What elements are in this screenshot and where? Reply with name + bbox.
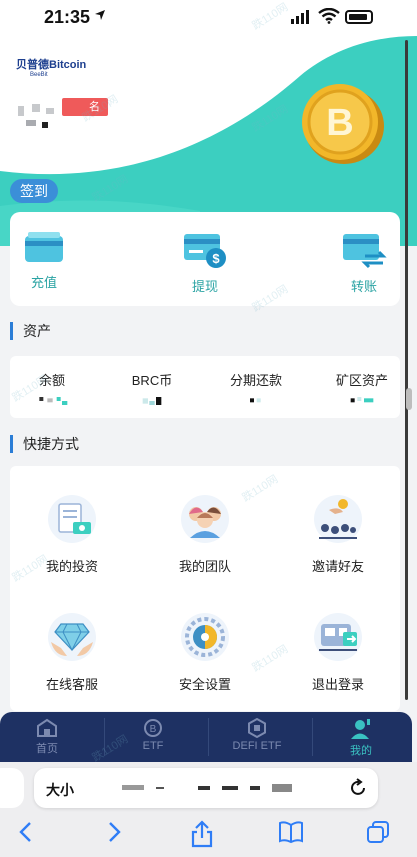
shortcuts-card: 我的投资 我的团队 邀请好友 在线客服 安全设置 退出登录 <box>10 466 400 711</box>
asset-installment-label: 分期还款 <box>229 373 282 388</box>
wifi-icon <box>318 8 340 24</box>
address-bar[interactable]: 大小 <box>34 768 378 808</box>
browser-toolbar <box>0 812 417 857</box>
asset-balance[interactable]: 余额 <box>32 370 72 405</box>
transfer-card-icon <box>343 234 387 269</box>
share-icon[interactable] <box>190 820 214 848</box>
back-icon[interactable] <box>16 820 36 844</box>
tab-etf[interactable]: B ETF <box>108 718 198 752</box>
asset-installment-value-redacted <box>250 398 261 403</box>
reload-icon[interactable] <box>348 778 368 798</box>
assets-section-title: 资产 <box>10 322 51 340</box>
asset-mining-label: 矿区资产 <box>335 373 388 388</box>
tab-home[interactable]: 首页 <box>2 718 92 756</box>
profile-icon <box>351 719 370 739</box>
tabs-icon[interactable] <box>366 820 390 844</box>
defi-icon <box>248 718 266 738</box>
withdraw-button[interactable]: $ 提现 <box>173 230 237 295</box>
withdraw-label: 提现 <box>191 279 218 294</box>
my-investment-label: 我的投资 <box>45 559 98 574</box>
brand-logo: 贝普德Bitcoin BeeBit <box>16 56 86 78</box>
rank-badge-label: 名 <box>89 101 100 113</box>
tab-home-label: 首页 <box>36 743 58 755</box>
transfer-button[interactable]: 转账 <box>332 230 396 295</box>
status-time: 21:35 <box>44 7 91 27</box>
asset-installment[interactable]: 分期还款 <box>226 370 286 405</box>
deposit-card-icon <box>25 232 63 262</box>
wallet-actions-card: 充值 $ 提现 转账 <box>10 212 400 306</box>
invite-friends-label: 邀请好友 <box>311 559 364 574</box>
checkin-label: 签到 <box>20 183 48 199</box>
tab-divider <box>104 718 105 756</box>
asset-brc[interactable]: BRC币 <box>130 370 174 405</box>
etf-icon: B <box>144 719 162 737</box>
my-team-button[interactable]: 我的团队 <box>155 494 255 575</box>
security-icon <box>181 613 229 661</box>
my-team-label: 我的团队 <box>178 559 231 574</box>
url-redacted <box>122 784 292 792</box>
support-icon <box>48 613 96 661</box>
tab-defi-etf[interactable]: DEFI ETF <box>212 718 302 752</box>
logout-button[interactable]: 退出登录 <box>288 612 388 693</box>
location-arrow-icon <box>95 10 105 20</box>
online-support-button[interactable]: 在线客服 <box>22 612 122 693</box>
brand-logo-subtext: BeeBit <box>30 72 48 78</box>
invite-icon <box>314 495 362 543</box>
text-size-button[interactable]: 大小 <box>46 780 74 800</box>
logout-icon <box>314 613 362 661</box>
asset-mining[interactable]: 矿区资产 <box>332 370 392 405</box>
investment-icon <box>48 495 96 543</box>
svg-text:$: $ <box>212 251 220 266</box>
deposit-button[interactable]: 充值 <box>12 230 76 291</box>
forward-icon[interactable] <box>104 820 124 844</box>
my-investment-button[interactable]: 我的投资 <box>22 494 122 575</box>
withdraw-card-icon: $ <box>184 234 226 268</box>
security-settings-button[interactable]: 安全设置 <box>155 612 255 693</box>
logout-label: 退出登录 <box>311 677 364 692</box>
username-redacted <box>18 102 58 132</box>
tab-divider <box>208 718 209 756</box>
checkin-button[interactable]: 签到 <box>10 179 58 203</box>
tab-defi-etf-label: DEFI ETF <box>232 740 282 752</box>
asset-mining-value-redacted <box>350 397 374 403</box>
rank-badge: 名 <box>62 98 108 116</box>
bitcoin-coin-icon: B <box>302 84 384 164</box>
brand-logo-text: 贝普德Bitcoin <box>16 59 87 71</box>
bottom-tab-bar: 首页 B ETF DEFI ETF 我的 <box>0 712 412 762</box>
team-icon <box>181 495 229 543</box>
scroll-track <box>405 40 408 700</box>
deposit-label: 充值 <box>30 275 57 290</box>
transfer-label: 转账 <box>350 279 377 294</box>
tab-profile[interactable]: 我的 <box>316 718 406 758</box>
tab-divider <box>312 718 313 756</box>
svg-text:B: B <box>326 102 353 144</box>
profile-page: 21:35 贝普德Bitcoin BeeBit 名 B 签到 充值 $ 提现 转… <box>0 0 417 857</box>
bookmarks-icon[interactable] <box>278 820 304 844</box>
security-settings-label: 安全设置 <box>178 677 231 692</box>
status-bar: 21:35 <box>0 0 417 36</box>
tab-profile-label: 我的 <box>350 745 372 757</box>
invite-friends-button[interactable]: 邀请好友 <box>288 494 388 575</box>
scroll-grip[interactable] <box>406 388 412 410</box>
browser-address-area: 大小 <box>0 762 417 812</box>
svg-text:B: B <box>150 724 157 735</box>
asset-brc-value-redacted <box>142 397 162 405</box>
asset-balance-label: 余额 <box>38 373 65 388</box>
home-icon <box>37 718 57 737</box>
shortcuts-section-title: 快捷方式 <box>10 435 79 453</box>
tab-etf-label: ETF <box>142 740 164 752</box>
battery-icon <box>345 10 373 24</box>
previous-tab-preview[interactable] <box>0 768 24 808</box>
asset-brc-label: BRC币 <box>131 373 173 388</box>
assets-card: 余额 BRC币 分期还款 矿区资产 <box>10 356 400 418</box>
cellular-signal-icon <box>291 10 309 24</box>
online-support-label: 在线客服 <box>45 677 98 692</box>
asset-balance-value-redacted <box>39 397 68 405</box>
